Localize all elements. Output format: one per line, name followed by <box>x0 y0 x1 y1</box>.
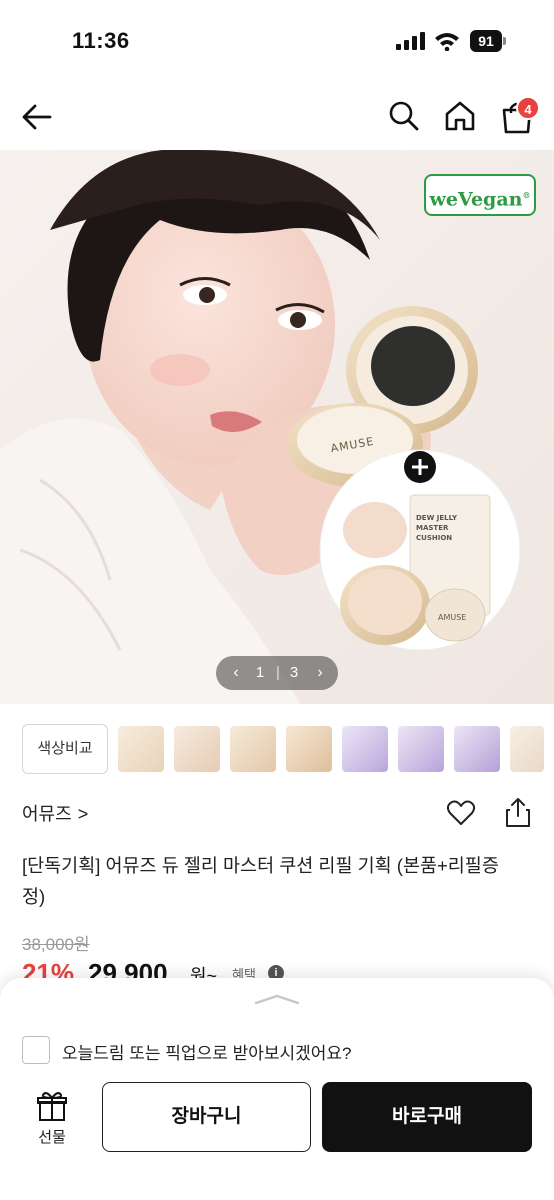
gift-icon <box>37 1092 67 1121</box>
chevron-up-icon[interactable] <box>252 992 302 1006</box>
share-icon[interactable] <box>504 796 532 828</box>
pager-separator: | <box>276 664 280 681</box>
gift-label: 선물 <box>38 1129 66 1146</box>
svg-text:AMUSE: AMUSE <box>438 613 466 622</box>
shade-thumbnail[interactable] <box>286 726 332 772</box>
model-product-photo: AMUSE DEW JELLY MASTER CUSHION AMUSE <box>0 150 554 704</box>
shade-thumbnail[interactable] <box>454 726 500 772</box>
shade-thumbnail[interactable] <box>342 726 388 772</box>
buy-now-button[interactable]: 바로구매 <box>322 1082 532 1152</box>
original-price: 38,000원 <box>22 935 90 954</box>
pager-total: 3 <box>289 664 299 681</box>
chevron-right-icon[interactable]: › <box>310 663 330 683</box>
pickup-checkbox[interactable] <box>22 1036 50 1064</box>
chevron-left-icon[interactable]: ‹ <box>226 663 246 683</box>
wifi-icon <box>435 33 459 51</box>
shade-selector: 색상비교 <box>0 714 554 784</box>
back-arrow-icon[interactable] <box>18 98 56 136</box>
gift-button[interactable]: 선물 <box>26 1090 78 1150</box>
product-title: [단독기획] 어뮤즈 듀 젤리 마스터 쿠션 리필 기획 (본품+리필증정) <box>22 855 499 907</box>
status-bar: 11:36 91 <box>0 0 554 80</box>
brand-link[interactable]: 어뮤즈 > <box>22 800 88 826</box>
carousel-pager: ‹ 1 | 3 › <box>216 656 338 690</box>
heart-icon[interactable] <box>446 798 476 828</box>
shade-thumbnail[interactable] <box>230 726 276 772</box>
cart-count-badge: 4 <box>516 96 540 120</box>
add-to-cart-button[interactable]: 장바구니 <box>102 1082 311 1152</box>
purchase-bottom-sheet: 오늘드림 또는 픽업으로 받아보시겠어요? 선물 장바구니 바로구매 <box>0 978 554 1200</box>
wevegan-text: weVegan <box>429 188 523 211</box>
svg-text:CUSHION: CUSHION <box>416 534 452 542</box>
color-compare-button[interactable]: 색상비교 <box>22 724 108 774</box>
chevron-right-icon: > <box>77 804 89 824</box>
shade-thumbnail[interactable] <box>174 726 220 772</box>
brand-name: 어뮤즈 <box>22 804 72 824</box>
shade-thumbnail[interactable] <box>510 726 544 772</box>
product-image-carousel[interactable]: AMUSE DEW JELLY MASTER CUSHION AMUSE weV… <box>0 150 554 704</box>
battery-level: 91 <box>470 30 502 52</box>
wevegan-badge: weVegan® <box>424 174 536 216</box>
clock: 11:36 <box>72 28 130 53</box>
shade-thumbnail[interactable] <box>398 726 444 772</box>
shade-thumbnail[interactable] <box>118 726 164 772</box>
battery-icon: 91 <box>470 30 506 52</box>
home-icon[interactable] <box>442 98 478 134</box>
pickup-option[interactable]: 오늘드림 또는 픽업으로 받아보시겠어요? <box>22 1036 542 1066</box>
top-navigation: 4 <box>0 84 554 150</box>
svg-text:MASTER: MASTER <box>416 524 449 532</box>
cellular-signal-icon <box>396 32 425 50</box>
pager-current: 1 <box>255 664 265 681</box>
svg-text:DEW JELLY: DEW JELLY <box>416 514 458 522</box>
search-icon[interactable] <box>386 98 422 134</box>
pickup-question: 오늘드림 또는 픽업으로 받아보시겠어요? <box>62 1044 352 1063</box>
